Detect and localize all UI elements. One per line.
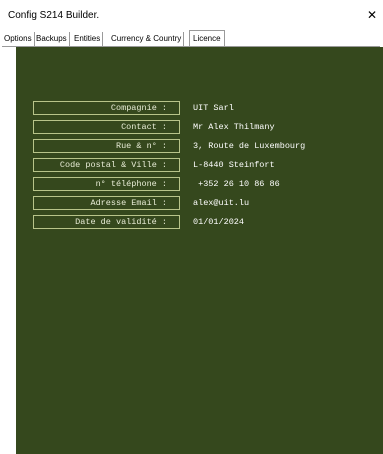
label-contact: Contact : — [33, 120, 180, 134]
close-icon[interactable]: ✕ — [361, 4, 383, 26]
label-telephone: n° téléphone : — [33, 177, 180, 191]
label-date-validite: Date de validité : — [33, 215, 180, 229]
value-contact: Mr Alex Thilmany — [193, 122, 275, 132]
label-rue: Rue & n° : — [33, 139, 180, 153]
tab-currency-country[interactable]: Currency & Country — [109, 32, 185, 46]
label-compagnie: Compagnie : — [33, 101, 180, 115]
app-window: Config S214 Builder. ✕ Options Backups E… — [0, 0, 383, 454]
tab-licence[interactable]: Licence — [189, 30, 225, 47]
title-bar: Config S214 Builder. ✕ — [0, 0, 383, 30]
tab-bar: Options Backups Entities Currency & Coun… — [2, 30, 383, 47]
value-email: alex@uit.lu — [193, 198, 250, 208]
value-date-validite: 01/01/2024 — [193, 217, 245, 227]
value-code-postal-ville: L-8440 Steinfort — [193, 160, 275, 170]
tab-entities[interactable]: Entities — [72, 32, 104, 46]
licence-panel: Compagnie : UIT Sarl Contact : Mr Alex T… — [16, 47, 383, 454]
tab-options[interactable]: Options — [2, 32, 35, 46]
label-email: Adresse Email : — [33, 196, 180, 210]
tab-backups[interactable]: Backups — [34, 32, 70, 46]
value-compagnie: UIT Sarl — [193, 103, 234, 113]
window-title: Config S214 Builder. — [8, 10, 100, 21]
value-rue: 3, Route de Luxembourg — [193, 141, 306, 151]
value-telephone: +352 26 10 86 86 — [193, 179, 280, 189]
label-code-postal-ville: Code postal & Ville : — [33, 158, 180, 172]
